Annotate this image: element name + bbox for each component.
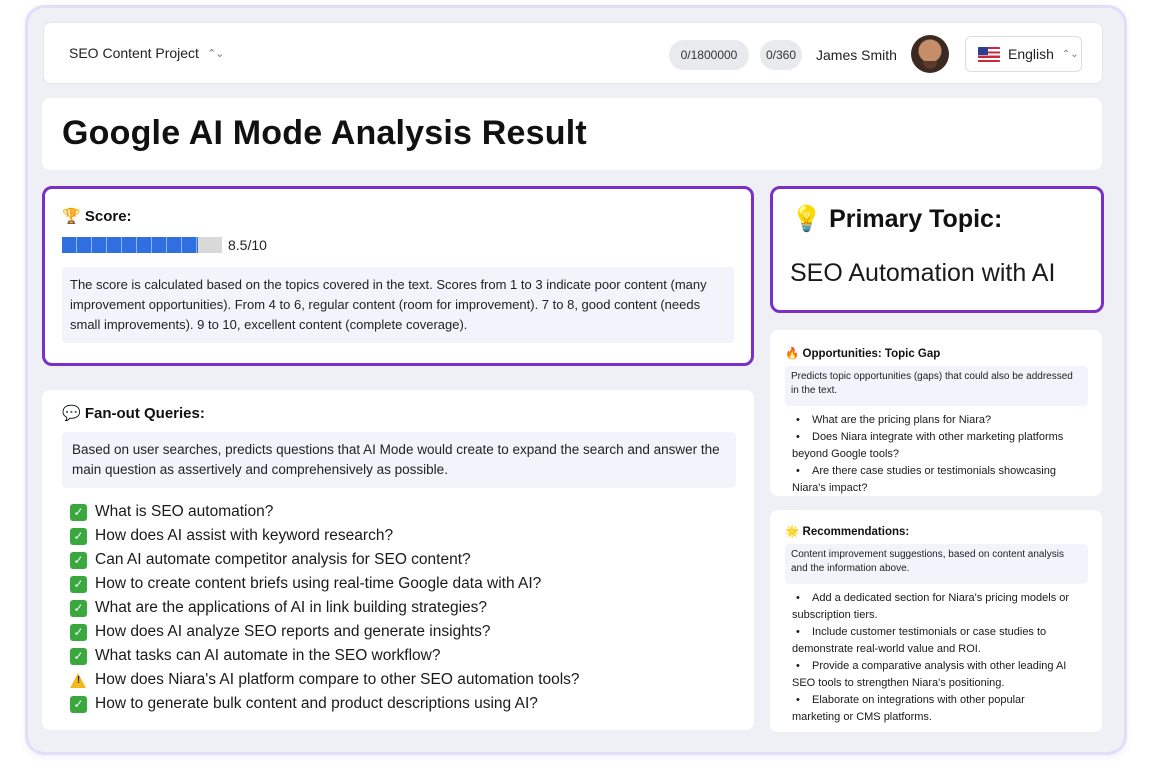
score-bar-fill [62,237,198,253]
chevron-updown-icon: ⌃⌄ [1061,48,1079,60]
project-name: SEO Content Project [69,45,199,61]
page-title: Google AI Mode Analysis Result [62,114,587,152]
query-text: How does AI analyze SEO reports and gene… [95,623,491,640]
query-text: Can AI automate competitor analysis for … [95,551,471,568]
fan-out-heading: 💬 Fan-out Queries: [62,405,205,422]
score-card: 🏆 Score: 8.5/10 The score is calculated … [42,186,754,366]
list-item: ✓ How to generate bulk content and produc… [70,692,580,716]
primary-topic-value: SEO Automation with AI [790,259,1056,287]
list-item-continued: beyond Google tools? [792,448,900,460]
fan-out-list: ✓ What is SEO automation? ✓ How does AI as… [70,500,580,716]
credits-counter: 0/1800000 [669,40,749,70]
query-text: What tasks can AI automate in the SEO wo… [95,647,441,664]
score-heading: 🏆 Score: [62,208,132,225]
recommendations-card: 🌟 Recommendations: Content improvement s… [770,510,1102,732]
query-text: What are the applications of AI in link … [95,599,488,616]
list-item: Does Niara integrate with other marketin… [792,429,1090,446]
language-selector[interactable]: English ⌃⌄ [965,36,1082,72]
list-item: Include customer testimonials or case st… [792,624,1090,641]
primary-topic-heading: 💡 Primary Topic: [791,205,1003,233]
opportunities-description: Predicts topic opportunities (gaps) that… [785,366,1088,406]
warning-icon: ! [70,672,87,689]
list-item-continued: subscription tiers. [792,609,878,621]
query-text: How to create content briefs using real-… [95,575,542,592]
chevron-updown-icon: ⌃⌄ [206,47,224,60]
list-item: ✓ What are the applications of AI in link… [70,596,580,620]
avatar[interactable] [911,35,949,73]
opportunities-heading: 🔥 Opportunities: Topic Gap [785,348,941,360]
check-icon: ✓ [70,503,87,521]
list-item: Are there case studies or testimonials s… [792,463,1090,480]
check-icon: ✓ [70,695,87,713]
fan-out-description: Based on user searches, predicts questio… [62,432,736,488]
recommendations-heading: 🌟 Recommendations: [785,526,910,538]
check-icon: ✓ [70,623,87,641]
top-bar: SEO Content Project ⌃⌄ 0/1800000 0/360 J… [43,22,1103,84]
primary-topic-card: 💡 Primary Topic: SEO Automation with AI [770,186,1104,313]
score-value: 8.5/10 [228,237,267,253]
query-text: How to generate bulk content and product… [95,695,538,712]
check-icon: ✓ [70,575,87,593]
check-icon: ✓ [70,527,87,545]
list-item-continued: Niara's impact? [792,482,868,494]
list-item: ✓ Can AI automate competitor analysis for… [70,548,580,572]
list-item: What are the pricing plans for Niara? [792,412,1090,429]
query-text: How does Niara's AI platform compare to … [95,671,580,688]
title-card: Google AI Mode Analysis Result [42,98,1102,170]
language-label: English [1008,46,1054,62]
recommendations-description: Content improvement suggestions, based o… [785,544,1088,584]
recommendations-list: Add a dedicated section for Niara's pric… [792,590,1090,726]
score-description: The score is calculated based on the top… [62,267,734,343]
score-bar-row: 8.5/10 [62,237,267,253]
list-item: ✓ How does AI analyze SEO reports and gen… [70,620,580,644]
list-item-continued: marketing or CMS platforms. [792,711,932,723]
words-counter: 0/360 [760,40,802,70]
list-item: ✓ How to create content briefs using real… [70,572,580,596]
list-item: Add a dedicated section for Niara's pric… [792,590,1090,607]
list-item: ! How does Niara's AI platform compare to… [70,668,580,692]
us-flag-icon [978,46,1000,62]
list-item: ✓ What tasks can AI automate in the SEO w… [70,644,580,668]
list-item: Provide a comparative analysis with othe… [792,658,1090,675]
check-icon: ✓ [70,647,87,665]
check-icon: ✓ [70,551,87,569]
score-bar [62,237,222,253]
query-text: How does AI assist with keyword research… [95,527,394,544]
opportunities-card: 🔥 Opportunities: Topic Gap Predicts topi… [770,330,1102,496]
list-item: ✓ How does AI assist with keyword researc… [70,524,580,548]
opportunities-list: What are the pricing plans for Niara? Do… [792,412,1090,496]
project-selector[interactable]: SEO Content Project ⌃⌄ [69,45,224,61]
fan-out-card: 💬 Fan-out Queries: Based on user searche… [42,390,754,730]
list-item-continued: SEO tools to strengthen Niara's position… [792,677,1005,689]
list-item: ✓ What is SEO automation? [70,500,580,524]
list-item: Elaborate on integrations with other pop… [792,692,1090,709]
list-item-continued: demonstrate real-world value and ROI. [792,643,981,655]
app-frame: SEO Content Project ⌃⌄ 0/1800000 0/360 J… [28,8,1124,752]
query-text: What is SEO automation? [95,503,274,520]
check-icon: ✓ [70,599,87,617]
user-name: James Smith [816,47,897,63]
